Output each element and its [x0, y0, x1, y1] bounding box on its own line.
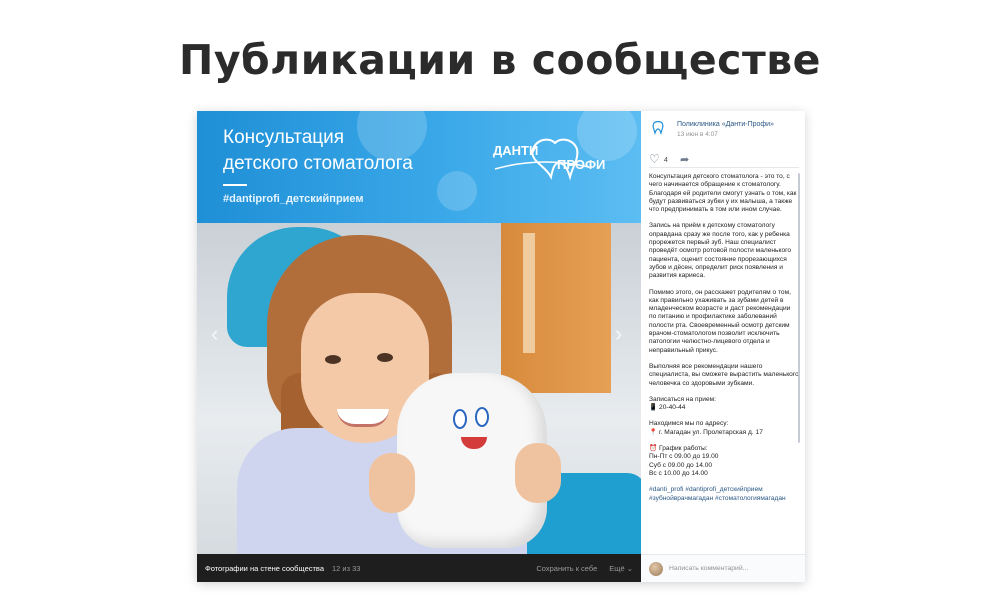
post-date[interactable]: 13 июн в 4:07 [677, 131, 718, 138]
post-text: Консультация детского стоматолога - это … [649, 173, 799, 503]
album-label[interactable]: Фотографии на стене сообщества [205, 564, 324, 573]
save-to-me-button[interactable]: Сохранить к себе [536, 564, 597, 573]
avatar [649, 561, 663, 576]
comment-bar: Написать комментарий... [641, 554, 805, 582]
share-arrow-icon[interactable]: ➦ [680, 153, 689, 166]
heart-icon[interactable]: ♡ [649, 152, 660, 166]
more-menu-button[interactable]: Ещё ⌄ [609, 564, 633, 573]
banner-title: Консультация детского стоматолога [223, 127, 413, 174]
photo-scene [197, 223, 641, 554]
photo-counter: 12 из 33 [332, 563, 361, 573]
phone-number: 📱 20-40-44 [649, 404, 686, 412]
photo-banner: Консультация детского стоматолога #danti… [197, 111, 641, 223]
banner-hashtag: #dantiprofi_детскийприем [223, 193, 364, 205]
hashtag-link[interactable]: #danti_profi #dantiprofi_детскийприем [649, 486, 799, 494]
divider [649, 167, 799, 168]
post-actions: ♡ 4 ➦ [649, 152, 689, 166]
post-panel: Поликлиника «Данти-Профи» 13 июн в 4:07 … [641, 111, 805, 582]
community-name-link[interactable]: Поликлиника «Данти-Профи» [677, 121, 774, 128]
photo-viewer: Консультация детского стоматолога #danti… [197, 111, 805, 582]
like-count: 4 [663, 154, 668, 164]
community-logo-icon[interactable] [649, 121, 667, 135]
hashtag-link[interactable]: #зубнойврачмагадан #стоматологиямагадан [649, 495, 799, 503]
post-header: Поликлиника «Данти-Профи» 13 июн в 4:07 [649, 118, 799, 140]
comment-input[interactable]: Написать комментарий... [669, 565, 748, 572]
address: 📍 г. Магадан ул. Пролетарская д. 17 [649, 428, 763, 436]
chevron-right-icon[interactable]: › [615, 321, 622, 347]
brand-logo: ДАНТИ ПРОФИ [493, 133, 613, 183]
scrollbar[interactable] [798, 173, 800, 443]
chevron-left-icon[interactable]: ‹ [211, 321, 218, 347]
banner-divider [223, 184, 247, 186]
post-photo[interactable]: Консультация детского стоматолога #danti… [197, 111, 641, 554]
page-title: Публикации в сообществе [179, 36, 821, 84]
photo-footer: Фотографии на стене сообщества 12 из 33 … [197, 554, 641, 582]
